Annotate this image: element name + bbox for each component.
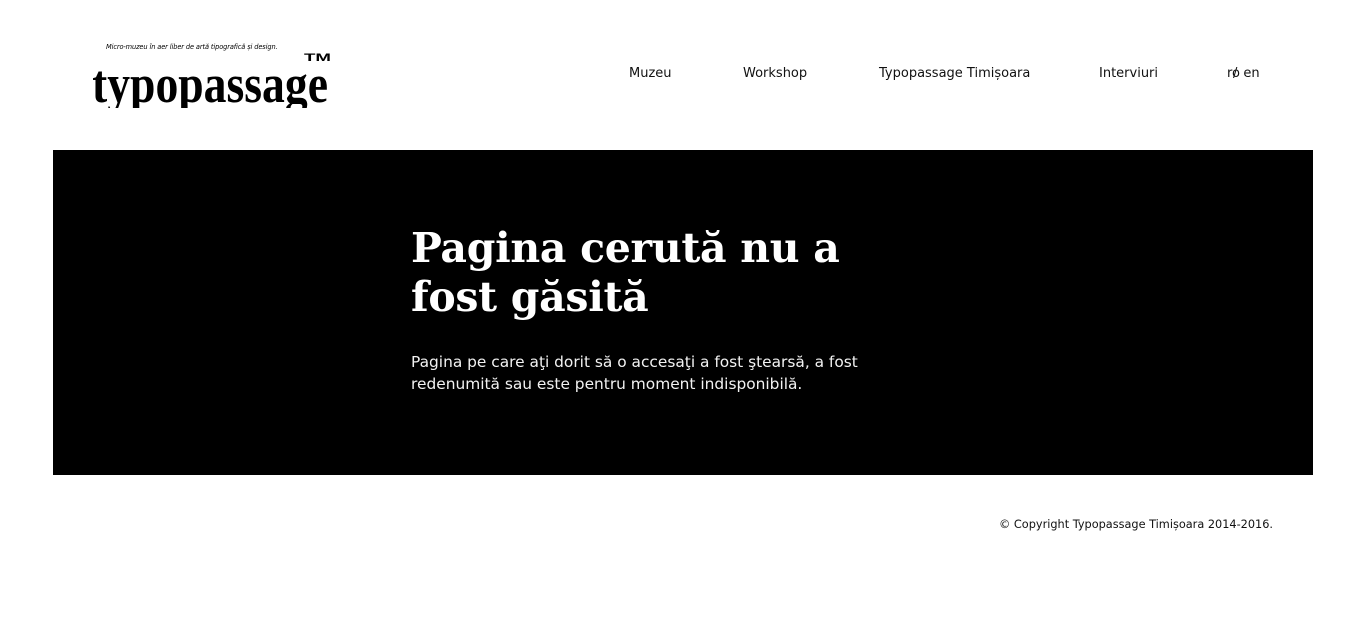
site-header: Micro-muzeu în aer liber de artă tipogra… xyxy=(0,0,1366,150)
footer-copyright: © Copyright Typopassage Timișoara 2014-2… xyxy=(999,518,1273,531)
language-switcher: ro / en xyxy=(1227,65,1260,83)
error-hero: Pagina cerută nu a fost găsită Pagina pe… xyxy=(53,150,1313,475)
logo-superscript: TM xyxy=(304,52,331,64)
nav-item-interviuri[interactable]: Interviuri xyxy=(1099,65,1158,83)
lang-en-link[interactable]: en xyxy=(1243,65,1259,83)
nav-item-muzeu[interactable]: Muzeu xyxy=(629,65,672,83)
lang-ro-link[interactable]: ro xyxy=(1227,65,1240,83)
nav-item-typopassage-timisoara[interactable]: Typopassage Timișoara xyxy=(879,65,1030,83)
error-title: Pagina cerută nu a fost găsită xyxy=(411,224,840,321)
nav-item-workshop[interactable]: Workshop xyxy=(743,65,807,83)
error-message: Pagina pe care aţi dorit să o accesaţi a… xyxy=(411,353,858,393)
main-nav: Muzeu Workshop Typopassage Timișoara Int… xyxy=(0,65,1366,85)
